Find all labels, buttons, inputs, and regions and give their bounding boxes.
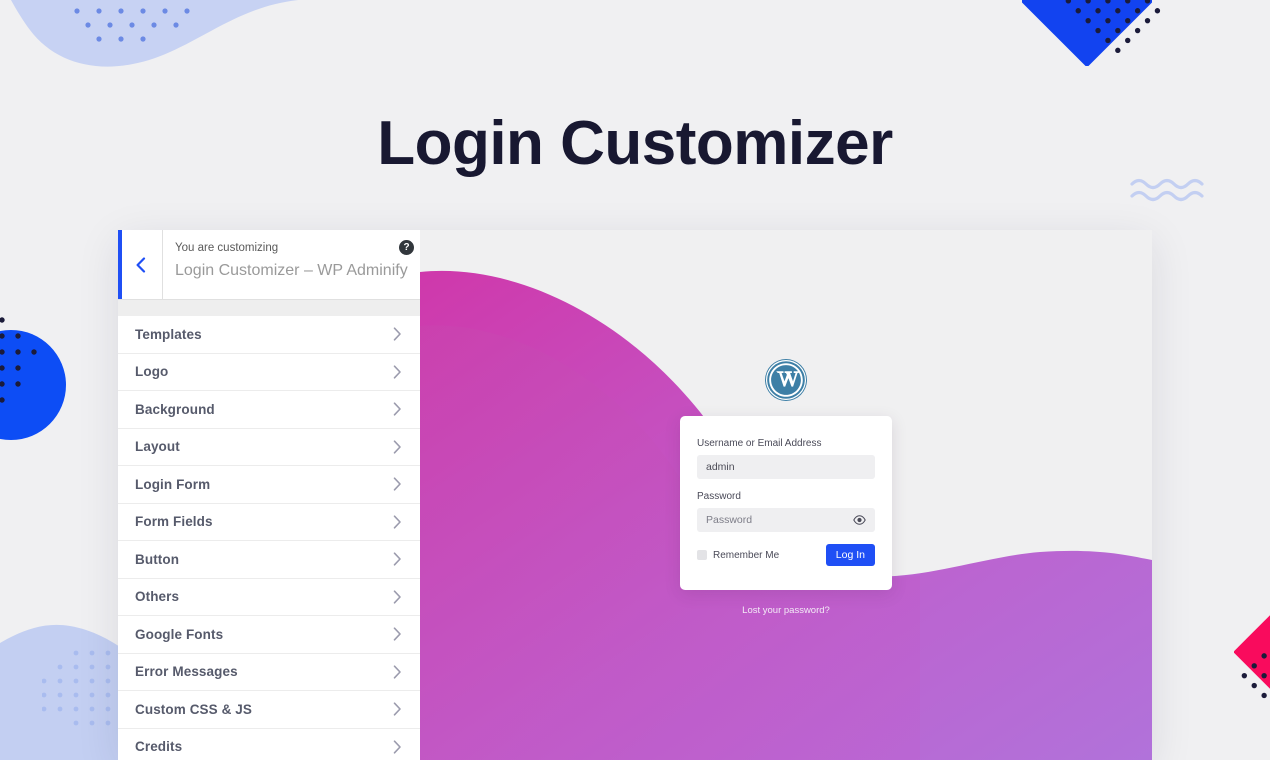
sidebar-item-login-form[interactable]: Login Form bbox=[118, 466, 420, 504]
customizer-sidebar-header: You are customizing Login Customizer – W… bbox=[118, 230, 420, 300]
sidebar-item-form-fields[interactable]: Form Fields bbox=[118, 503, 420, 541]
wavy-lines-decoration bbox=[1130, 178, 1204, 202]
chevron-right-icon bbox=[393, 402, 401, 416]
sidebar-item-templates[interactable]: Templates bbox=[118, 316, 420, 354]
username-input[interactable]: admin bbox=[697, 455, 875, 479]
eye-icon[interactable] bbox=[853, 515, 866, 525]
sidebar-item-others[interactable]: Others bbox=[118, 578, 420, 616]
sidebar-item-button[interactable]: Button bbox=[118, 541, 420, 579]
sidebar-item-error-messages[interactable]: Error Messages bbox=[118, 653, 420, 691]
chevron-right-icon bbox=[393, 440, 401, 454]
sidebar-item-credits[interactable]: Credits bbox=[118, 728, 420, 760]
blue-circle-left-decoration bbox=[0, 330, 66, 440]
chevron-right-icon bbox=[393, 365, 401, 379]
sidebar-item-label: Custom CSS & JS bbox=[135, 701, 253, 717]
customizing-label: You are customizing bbox=[175, 242, 279, 254]
sidebar-item-label: Error Messages bbox=[135, 664, 238, 680]
sidebar-item-label: Others bbox=[135, 589, 180, 605]
sidebar-item-custom-css-js[interactable]: Custom CSS & JS bbox=[118, 691, 420, 729]
lost-password-link[interactable]: Lost your password? bbox=[742, 605, 830, 616]
customizer-section-menu: Templates Logo Background Layout Login F… bbox=[118, 316, 420, 760]
sidebar-item-google-fonts[interactable]: Google Fonts bbox=[118, 616, 420, 654]
remember-me-row: Remember Me Log In bbox=[697, 544, 875, 566]
log-in-button[interactable]: Log In bbox=[825, 544, 875, 566]
password-placeholder: Password bbox=[706, 514, 753, 526]
dot-grid-left-decoration bbox=[0, 317, 37, 403]
customizing-info: You are customizing Login Customizer – W… bbox=[163, 230, 420, 299]
sidebar-item-label: Templates bbox=[135, 326, 202, 342]
chevron-right-icon bbox=[393, 552, 401, 566]
dot-grid-top-left-decoration bbox=[74, 8, 190, 42]
chevron-right-icon bbox=[393, 327, 401, 341]
login-form-card: Username or Email Address admin Password… bbox=[680, 416, 892, 590]
sidebar-item-label: Google Fonts bbox=[135, 626, 224, 642]
blob-top-left-decoration bbox=[10, 0, 340, 67]
customizing-title: Login Customizer – WP Adminify bbox=[175, 261, 408, 279]
chevron-right-icon bbox=[393, 477, 401, 491]
sidebar-spacer bbox=[118, 300, 420, 316]
chevron-right-icon bbox=[393, 590, 401, 604]
remember-me-checkbox[interactable] bbox=[697, 550, 707, 560]
chevron-right-icon bbox=[393, 740, 401, 754]
customizer-window: You are customizing Login Customizer – W… bbox=[118, 230, 1152, 760]
sidebar-item-logo[interactable]: Logo bbox=[118, 353, 420, 391]
sidebar-accent-bar bbox=[118, 230, 122, 299]
username-value: admin bbox=[706, 461, 735, 473]
sidebar-item-background[interactable]: Background bbox=[118, 391, 420, 429]
login-page-preview: Username or Email Address admin Password… bbox=[420, 230, 1152, 760]
sidebar-item-label: Button bbox=[135, 551, 180, 567]
dot-grid-top-right-decoration bbox=[1065, 0, 1161, 54]
pink-diamond-bottom-right-decoration bbox=[1234, 592, 1270, 712]
sidebar-item-label: Credits bbox=[135, 739, 183, 755]
page-root: Login Customizer You are customizing Log… bbox=[0, 0, 1270, 760]
collapse-sidebar-button[interactable] bbox=[118, 230, 163, 299]
sidebar-item-layout[interactable]: Layout bbox=[118, 428, 420, 466]
sidebar-item-label: Layout bbox=[135, 439, 180, 455]
blue-diamond-top-right-decoration bbox=[1022, 0, 1152, 66]
chevron-right-icon bbox=[393, 702, 401, 716]
password-input[interactable]: Password bbox=[697, 508, 875, 532]
page-title: Login Customizer bbox=[377, 109, 893, 178]
sidebar-item-label: Logo bbox=[135, 364, 169, 380]
sidebar-item-label: Background bbox=[135, 401, 215, 417]
password-label: Password bbox=[697, 491, 741, 502]
customizer-sidebar: You are customizing Login Customizer – W… bbox=[118, 230, 420, 760]
chevron-right-icon bbox=[393, 627, 401, 641]
dot-grid-bottom-right-decoration bbox=[1241, 653, 1267, 699]
remember-me-label: Remember Me bbox=[713, 549, 780, 561]
username-label: Username or Email Address bbox=[697, 438, 822, 449]
chevron-right-icon bbox=[393, 515, 401, 529]
help-circle-icon[interactable]: ? bbox=[399, 240, 414, 255]
chevron-left-icon bbox=[136, 256, 145, 273]
chevron-right-icon bbox=[393, 665, 401, 679]
sidebar-item-label: Login Form bbox=[135, 476, 211, 492]
sidebar-item-label: Form Fields bbox=[135, 514, 213, 530]
wordpress-logo-icon bbox=[765, 359, 807, 401]
